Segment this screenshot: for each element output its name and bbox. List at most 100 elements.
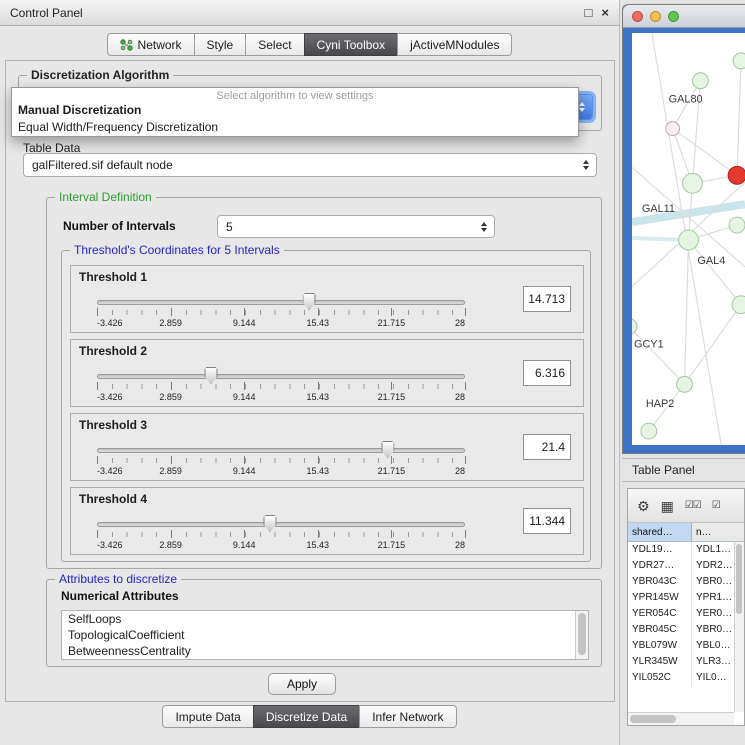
network-node[interactable] (677, 376, 693, 392)
slider-tick-label: 15.43 (307, 318, 330, 328)
table-horizontal-scrollbar[interactable] (628, 712, 734, 725)
network-node[interactable] (683, 173, 703, 193)
threshold-value-field[interactable]: 11.344 (523, 508, 571, 534)
column-header-shared-name[interactable]: shared… (628, 523, 692, 541)
network-edge[interactable] (632, 327, 685, 385)
numerical-attributes-label: Numerical Attributes (61, 589, 179, 603)
threshold-4-slider[interactable]: -3.4262.8599.14415.4321.71528 (97, 514, 465, 550)
apply-button[interactable]: Apply (268, 673, 336, 695)
list-item[interactable]: SelfLoops (62, 611, 588, 627)
table-rows: YDL19…YDL1…YDR27…YDR2…YBR043CYBR0…YPR145… (628, 542, 734, 712)
columns-icon[interactable]: ▦ (661, 499, 674, 513)
threshold-value-field[interactable]: 21.4 (523, 434, 571, 460)
select-columns-icon[interactable]: ☑☑ (685, 499, 701, 513)
table-cell: YBL079W (628, 638, 692, 654)
slider-tick-label: 9.144 (233, 466, 256, 476)
network-edge[interactable] (685, 240, 689, 384)
close-window-icon[interactable]: × (601, 6, 609, 20)
table-panel-titlebar[interactable]: Table Panel (622, 458, 745, 482)
table-cell: YLR3… (692, 654, 734, 670)
table-row[interactable]: YBR043CYBR0… (628, 574, 734, 590)
network-node[interactable] (728, 166, 745, 184)
network-edge[interactable] (737, 61, 741, 175)
number-of-intervals-label: Number of Intervals (63, 219, 176, 233)
tab-select[interactable]: Select (245, 33, 304, 56)
group-title: Threshold's Coordinates for 5 Intervals (70, 243, 284, 257)
threshold-value-field[interactable]: 6.316 (523, 360, 571, 386)
slider-major-tick (465, 308, 466, 316)
tab-style[interactable]: Style (194, 33, 247, 56)
table-vertical-scrollbar[interactable] (734, 542, 744, 712)
threshold-label: Threshold 2 (79, 344, 147, 358)
network-window-titlebar[interactable] (623, 5, 745, 28)
slider-thumb[interactable] (205, 367, 218, 384)
network-node[interactable] (666, 122, 680, 136)
dropdown-option-equal-width-frequency[interactable]: Equal Width/Frequency Discretization (12, 119, 578, 136)
table-row[interactable]: YER054CYER0… (628, 606, 734, 622)
column-header-name[interactable]: n… (692, 523, 744, 541)
select-row-icon[interactable]: ☑ (712, 499, 720, 513)
network-edge[interactable] (685, 305, 742, 385)
network-node[interactable] (692, 73, 708, 89)
network-node[interactable] (679, 230, 699, 250)
close-light-icon[interactable] (632, 11, 643, 22)
network-node-label: GCY1 (634, 338, 664, 350)
dropdown-option-manual-discretization[interactable]: Manual Discretization (12, 102, 578, 119)
minimize-light-icon[interactable] (650, 11, 661, 22)
slider-thumb[interactable] (303, 293, 316, 310)
tab-cyni-toolbox[interactable]: Cyni Toolbox (304, 33, 398, 56)
control-panel-titlebar[interactable]: Control Panel □ × (0, 0, 619, 26)
network-edge[interactable] (673, 129, 737, 176)
gear-icon[interactable]: ⚙ (637, 499, 650, 513)
network-canvas[interactable]: GAL80GAL11GAL4GCY1HAP2 (632, 33, 745, 445)
slider-track[interactable] (97, 522, 465, 527)
network-node[interactable] (729, 217, 745, 233)
threshold-1-slider[interactable]: -3.4262.8599.14415.4321.71528 (97, 292, 465, 328)
slider-major-tick (171, 530, 172, 538)
slider-track[interactable] (97, 448, 465, 453)
network-node[interactable] (732, 296, 745, 314)
scrollbar-thumb[interactable] (578, 613, 586, 655)
table-row[interactable]: YBR045CYBR0… (628, 622, 734, 638)
scrollbar-thumb[interactable] (630, 715, 676, 723)
table-cell: YER054C (628, 606, 692, 622)
tab-infer-network[interactable]: Infer Network (359, 705, 456, 728)
table-row[interactable]: YDL19…YDL1… (628, 542, 734, 558)
slider-thumb[interactable] (263, 515, 276, 532)
tab-impute-data[interactable]: Impute Data (162, 705, 253, 728)
slider-track[interactable] (97, 374, 465, 379)
slider-major-tick (318, 456, 319, 464)
dropdown-hint: Select algorithm to view settings (12, 88, 578, 102)
network-node[interactable] (733, 53, 745, 69)
slider-tick-label: 21.715 (378, 466, 406, 476)
threshold-3-slider[interactable]: -3.4262.8599.14415.4321.71528 (97, 440, 465, 476)
network-node[interactable] (632, 319, 637, 335)
table-cell: YLR345W (628, 654, 692, 670)
list-scrollbar[interactable] (575, 611, 588, 659)
table-row[interactable]: YLR345WYLR3… (628, 654, 734, 670)
list-item[interactable]: BetweennessCentrality (62, 643, 588, 659)
slider-major-tick (244, 308, 245, 316)
list-item[interactable]: TopologicalCoefficient (62, 627, 588, 643)
table-row[interactable]: YDR27…YDR2… (628, 558, 734, 574)
table-row[interactable]: YPR145WYPR1… (628, 590, 734, 606)
threshold-value-field[interactable]: 14.713 (523, 286, 571, 312)
tab-network[interactable]: Network (107, 33, 195, 56)
table-row[interactable]: YIL052CYIL0… (628, 670, 734, 686)
numerical-attributes-list[interactable]: SelfLoops TopologicalCoefficient Between… (61, 610, 589, 660)
slider-major-tick (391, 308, 392, 316)
tab-discretize-data[interactable]: Discretize Data (253, 705, 360, 728)
threshold-2-slider[interactable]: -3.4262.8599.14415.4321.71528 (97, 366, 465, 402)
slider-tick-label: 9.144 (233, 392, 256, 402)
float-window-icon[interactable]: □ (585, 6, 593, 20)
algorithm-dropdown-popup: Select algorithm to view settings Manual… (11, 87, 579, 137)
zoom-light-icon[interactable] (668, 11, 679, 22)
number-of-intervals-combobox[interactable]: 5 (217, 215, 495, 238)
slider-track[interactable] (97, 300, 465, 305)
table-cell: YIL052C (628, 670, 692, 686)
table-row[interactable]: YBL079WYBL0… (628, 638, 734, 654)
tab-jactivemnodules[interactable]: jActiveMNodules (397, 33, 512, 56)
table-data-combobox[interactable]: galFiltered.sif default node (23, 153, 597, 177)
network-node[interactable] (641, 423, 657, 439)
scrollbar-thumb[interactable] (736, 544, 742, 614)
